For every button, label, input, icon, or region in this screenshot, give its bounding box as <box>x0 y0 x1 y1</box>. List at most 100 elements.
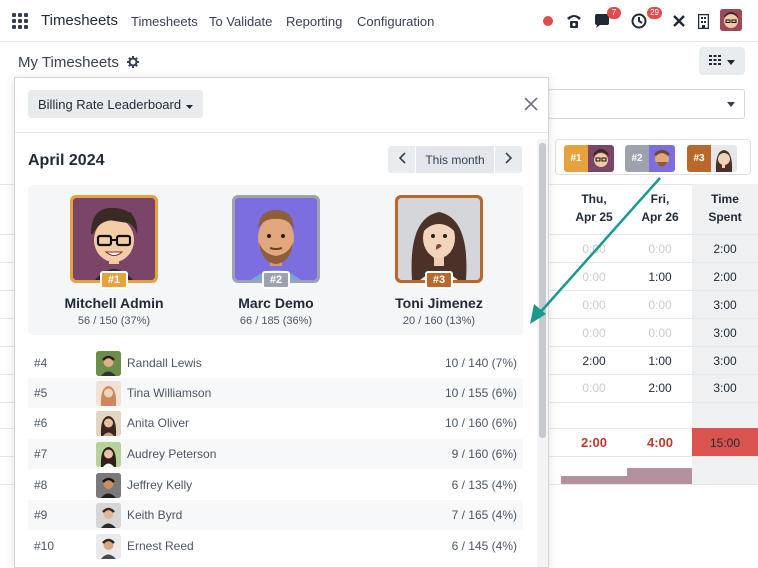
cell-fri-r4[interactable]: 0:00 <box>627 326 693 340</box>
tools-icon[interactable] <box>671 10 687 32</box>
mini-leaderboard[interactable]: #1 #2 #3 <box>555 139 751 175</box>
mini-leader-2[interactable]: #2 <box>625 145 675 172</box>
leaderboard-type-label: Billing Rate Leaderboard <box>38 96 182 112</box>
mini-rank-1: #1 <box>564 145 588 172</box>
podium: #1 Mitchell Admin 56 / 150 (37%) #2 Marc… <box>28 185 523 335</box>
cell-fri-r6[interactable]: 2:00 <box>627 381 693 395</box>
cell-fri-r5[interactable]: 1:00 <box>627 354 693 368</box>
cell-thu-r4[interactable]: 0:00 <box>561 326 627 340</box>
podium-avatar-frame: #2 <box>232 195 320 289</box>
next-period-button[interactable] <box>495 146 522 173</box>
user-avatar[interactable] <box>720 9 742 31</box>
building-icon[interactable] <box>696 10 710 32</box>
messages-badge: 7 <box>607 7 621 19</box>
period-pager: This month <box>388 146 522 173</box>
podium-stat: 20 / 160 (13%) <box>402 315 476 327</box>
avatar <box>96 472 121 498</box>
avatar <box>73 198 155 280</box>
cell-time-r6: 3:00 <box>713 381 737 395</box>
cell-fri-r1[interactable]: 0:00 <box>627 242 693 256</box>
list-item[interactable]: #8 Jeffrey Kelly 6 / 135 (4%) <box>28 470 523 500</box>
list-item[interactable]: #4 Randall Lewis 10 / 140 (7%) <box>28 348 523 378</box>
col-thu-day: Thu, <box>581 192 607 206</box>
col-time-spent: Time Spent <box>692 190 758 226</box>
list-item[interactable]: #9 Keith Byrd 7 / 165 (4%) <box>28 500 523 530</box>
col-fri-date: Apr 26 <box>641 210 679 224</box>
podium-second[interactable]: #2 Marc Demo 66 / 185 (36%) <box>196 195 356 327</box>
phone-icon[interactable] <box>564 10 584 32</box>
podium-rank-badge: #3 <box>425 271 453 289</box>
messages-icon[interactable]: 7 <box>593 7 621 32</box>
cell-thu-r5[interactable]: 2:00 <box>561 354 627 368</box>
list-item[interactable]: #7 Audrey Peterson 9 / 160 (6%) <box>28 439 523 469</box>
list-rank: #8 <box>34 478 48 492</box>
popover-scrollbar[interactable] <box>537 139 548 567</box>
list-rank: #6 <box>34 416 48 430</box>
apps-menu-icon[interactable] <box>12 13 28 29</box>
page-title-text: My Timesheets <box>18 54 119 71</box>
activities-badge: 29 <box>647 7 662 19</box>
cell-time-r5: 3:00 <box>713 354 737 368</box>
cell-time-r1: 2:00 <box>713 242 737 256</box>
avatar <box>711 145 737 172</box>
mini-rank-2: #2 <box>625 145 649 172</box>
avatar <box>96 410 121 436</box>
gear-icon[interactable] <box>127 55 140 72</box>
podium-third[interactable]: #3 Toni Jimenez 20 / 160 (13%) <box>359 195 519 327</box>
scrollbar-thumb[interactable] <box>539 143 546 438</box>
menu-timesheets[interactable]: Timesheets <box>131 14 198 29</box>
list-item[interactable]: #10 Ernest Reed 6 / 145 (4%) <box>28 531 523 561</box>
list-item[interactable]: #6 Anita Oliver 10 / 160 (6%) <box>28 408 523 438</box>
chevron-down-icon <box>727 52 735 70</box>
list-rank: #10 <box>34 539 55 553</box>
current-period-button[interactable]: This month <box>415 146 495 173</box>
cell-thu-r2[interactable]: 0:00 <box>561 270 627 284</box>
search-input[interactable] <box>548 89 745 119</box>
podium-stat: 56 / 150 (37%) <box>77 315 151 327</box>
menu-reporting[interactable]: Reporting <box>286 14 342 29</box>
list-name: Audrey Peterson <box>127 447 217 461</box>
avatar <box>588 145 614 172</box>
cell-thu-r3[interactable]: 0:00 <box>561 298 627 312</box>
cell-fri-r2[interactable]: 1:00 <box>627 270 693 284</box>
mini-rank-3: #3 <box>687 145 711 172</box>
podium-rank-badge: #1 <box>100 271 128 289</box>
grid-view-icon <box>709 52 721 70</box>
cell-thu-r6[interactable]: 0:00 <box>561 381 627 395</box>
podium-first[interactable]: #1 Mitchell Admin 56 / 150 (37%) <box>34 195 194 327</box>
status-dot-icon[interactable] <box>542 10 554 32</box>
leaderboard-popover: Billing Rate Leaderboard April 2024 This… <box>14 77 549 568</box>
page-title: My Timesheets <box>18 54 140 72</box>
popover-divider <box>15 132 548 133</box>
cell-fri-r3[interactable]: 0:00 <box>627 298 693 312</box>
podium-avatar-frame: #1 <box>70 195 158 289</box>
close-icon[interactable] <box>523 96 539 112</box>
list-name: Tina Williamson <box>127 386 212 400</box>
avatar <box>96 380 121 406</box>
col-thu-date: Apr 25 <box>575 210 613 224</box>
list-name: Anita Oliver <box>127 416 190 430</box>
col-time-line2: Spent <box>708 210 742 224</box>
view-switcher-button[interactable] <box>699 47 745 75</box>
app-brand[interactable]: Timesheets <box>41 12 118 29</box>
cell-time-r3: 3:00 <box>713 298 737 312</box>
chevron-left-icon <box>398 151 406 169</box>
list-stat: 6 / 145 (4%) <box>451 539 517 553</box>
cell-time-r4: 3:00 <box>713 326 737 340</box>
menu-configuration[interactable]: Configuration <box>357 14 434 29</box>
cell-thu-r1[interactable]: 0:00 <box>561 242 627 256</box>
activities-icon[interactable]: 29 <box>630 7 662 32</box>
top-navbar: Timesheets Timesheets To Validate Report… <box>0 0 758 42</box>
podium-name: Marc Demo <box>238 295 314 311</box>
avatar <box>649 145 675 172</box>
col-fri-day: Fri, <box>650 192 670 206</box>
mini-leader-3[interactable]: #3 <box>687 145 737 172</box>
search-dropdown-icon[interactable] <box>727 102 735 107</box>
mini-leader-1[interactable]: #1 <box>564 145 614 172</box>
previous-period-button[interactable] <box>388 146 415 173</box>
list-item[interactable]: #5 Tina Williamson 10 / 155 (6%) <box>28 378 523 408</box>
leaderboard-type-select[interactable]: Billing Rate Leaderboard <box>28 90 204 118</box>
chevron-right-icon <box>504 151 513 169</box>
podium-avatar-frame: #3 <box>395 195 483 289</box>
menu-to-validate[interactable]: To Validate <box>209 14 272 29</box>
